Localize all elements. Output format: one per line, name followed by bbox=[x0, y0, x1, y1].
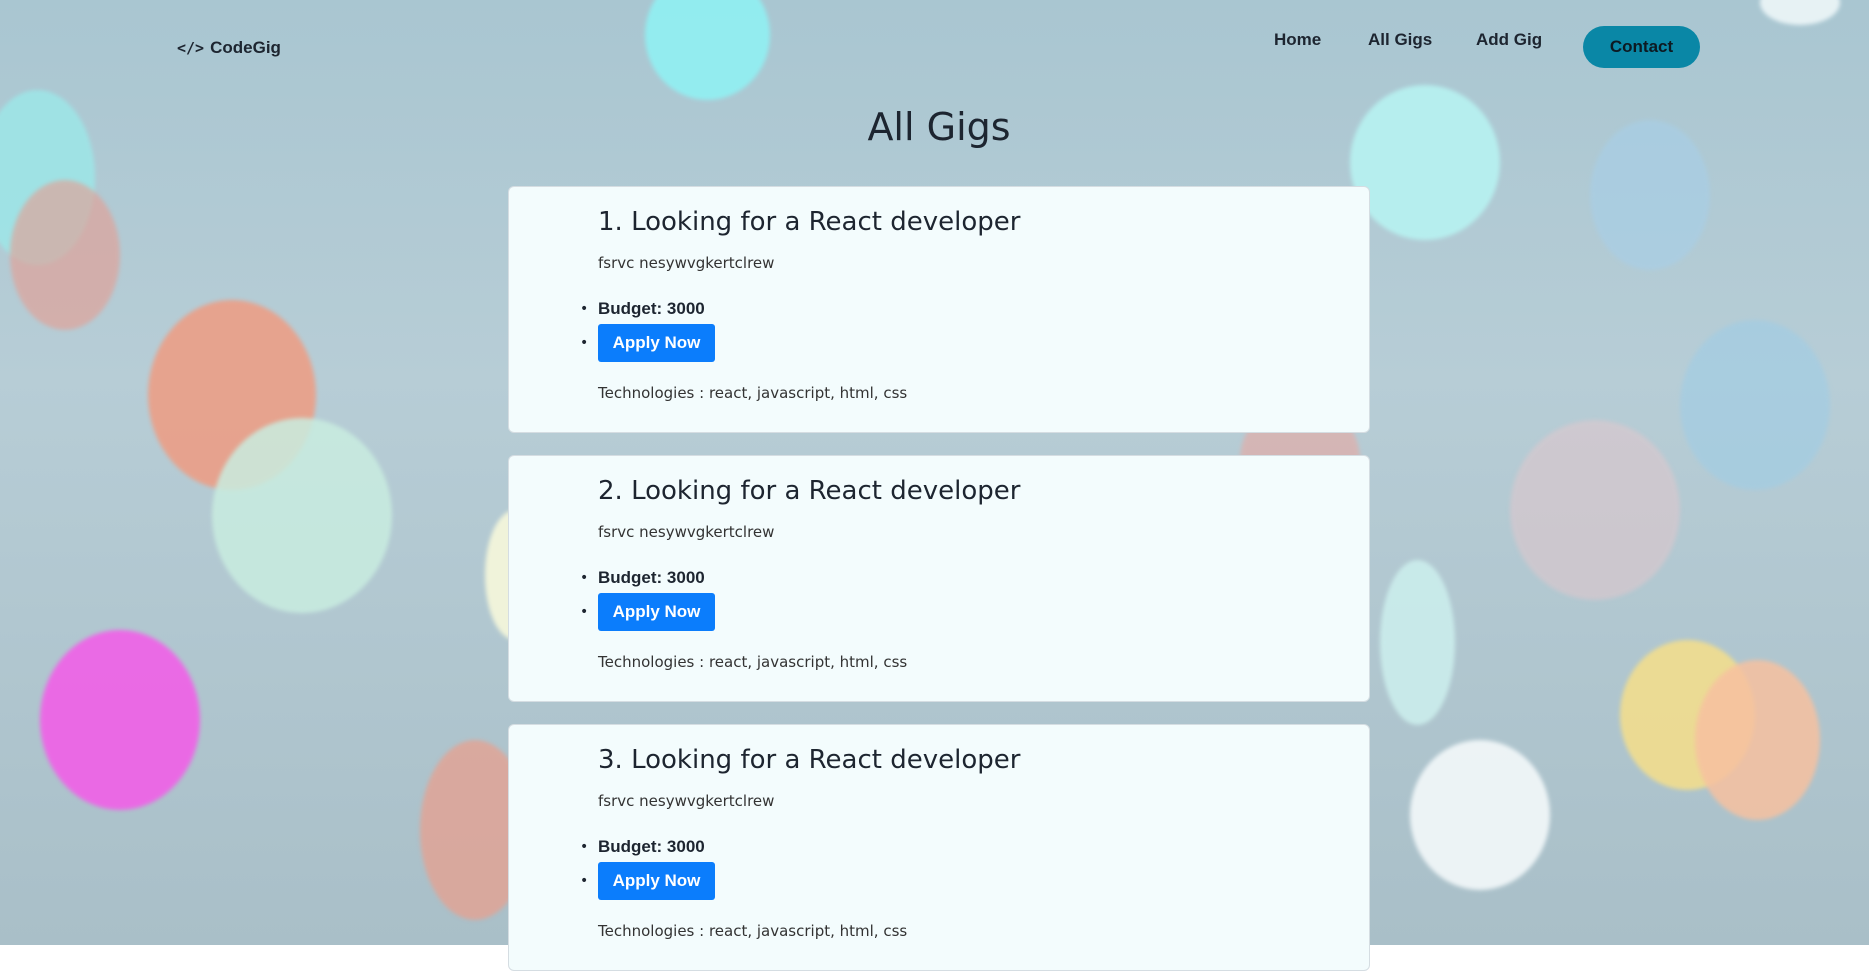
gig-technologies: Technologies : react, javascript, html, … bbox=[598, 922, 908, 940]
bullet-icon: • bbox=[580, 301, 589, 317]
page-title: All Gigs bbox=[867, 105, 1011, 149]
gig-details-list: • Budget: 3000 • Apply Now bbox=[580, 567, 715, 631]
gig-card: 3. Looking for a React developer fsrvc n… bbox=[508, 724, 1370, 971]
gig-description: fsrvc nesywvgkertclrew bbox=[598, 523, 775, 541]
gig-title: 2. Looking for a React developer bbox=[598, 476, 1021, 506]
gig-apply-item: • Apply Now bbox=[580, 862, 715, 900]
bullet-icon: • bbox=[580, 570, 589, 586]
apply-now-button[interactable]: Apply Now bbox=[598, 862, 715, 900]
gig-title: 3. Looking for a React developer bbox=[598, 745, 1021, 775]
nav-link-add-gig[interactable]: Add Gig bbox=[1476, 30, 1542, 50]
gig-technologies: Technologies : react, javascript, html, … bbox=[598, 653, 908, 671]
page: </> CodeGig Home All Gigs Add Gig Contac… bbox=[0, 0, 1869, 971]
gig-title: 1. Looking for a React developer bbox=[598, 207, 1021, 237]
gig-budget: Budget: 3000 bbox=[598, 568, 705, 587]
contact-button[interactable]: Contact bbox=[1583, 26, 1700, 68]
gig-budget-item: • Budget: 3000 bbox=[580, 836, 715, 858]
nav-link-all-gigs[interactable]: All Gigs bbox=[1368, 30, 1432, 50]
apply-now-button[interactable]: Apply Now bbox=[598, 324, 715, 362]
gig-card: 1. Looking for a React developer fsrvc n… bbox=[508, 186, 1370, 433]
code-icon: </> bbox=[177, 39, 205, 57]
navbar: </> CodeGig Home All Gigs Add Gig Contac… bbox=[0, 0, 1869, 90]
bullet-icon: • bbox=[580, 839, 589, 855]
gig-details-list: • Budget: 3000 • Apply Now bbox=[580, 298, 715, 362]
apply-now-button[interactable]: Apply Now bbox=[598, 593, 715, 631]
gig-budget: Budget: 3000 bbox=[598, 837, 705, 856]
gig-technologies: Technologies : react, javascript, html, … bbox=[598, 384, 908, 402]
brand-logo[interactable]: </> CodeGig bbox=[177, 38, 281, 58]
brand-name: CodeGig bbox=[210, 38, 281, 57]
nav-link-home[interactable]: Home bbox=[1274, 30, 1321, 50]
gig-description: fsrvc nesywvgkertclrew bbox=[598, 254, 775, 272]
gig-budget-item: • Budget: 3000 bbox=[580, 567, 715, 589]
gig-details-list: • Budget: 3000 • Apply Now bbox=[580, 836, 715, 900]
bullet-icon: • bbox=[580, 873, 589, 889]
gig-card: 2. Looking for a React developer fsrvc n… bbox=[508, 455, 1370, 702]
bullet-icon: • bbox=[580, 604, 589, 620]
bullet-icon: • bbox=[580, 335, 589, 351]
gig-description: fsrvc nesywvgkertclrew bbox=[598, 792, 775, 810]
gig-apply-item: • Apply Now bbox=[580, 593, 715, 631]
gig-budget: Budget: 3000 bbox=[598, 299, 705, 318]
gig-budget-item: • Budget: 3000 bbox=[580, 298, 715, 320]
gig-apply-item: • Apply Now bbox=[580, 324, 715, 362]
